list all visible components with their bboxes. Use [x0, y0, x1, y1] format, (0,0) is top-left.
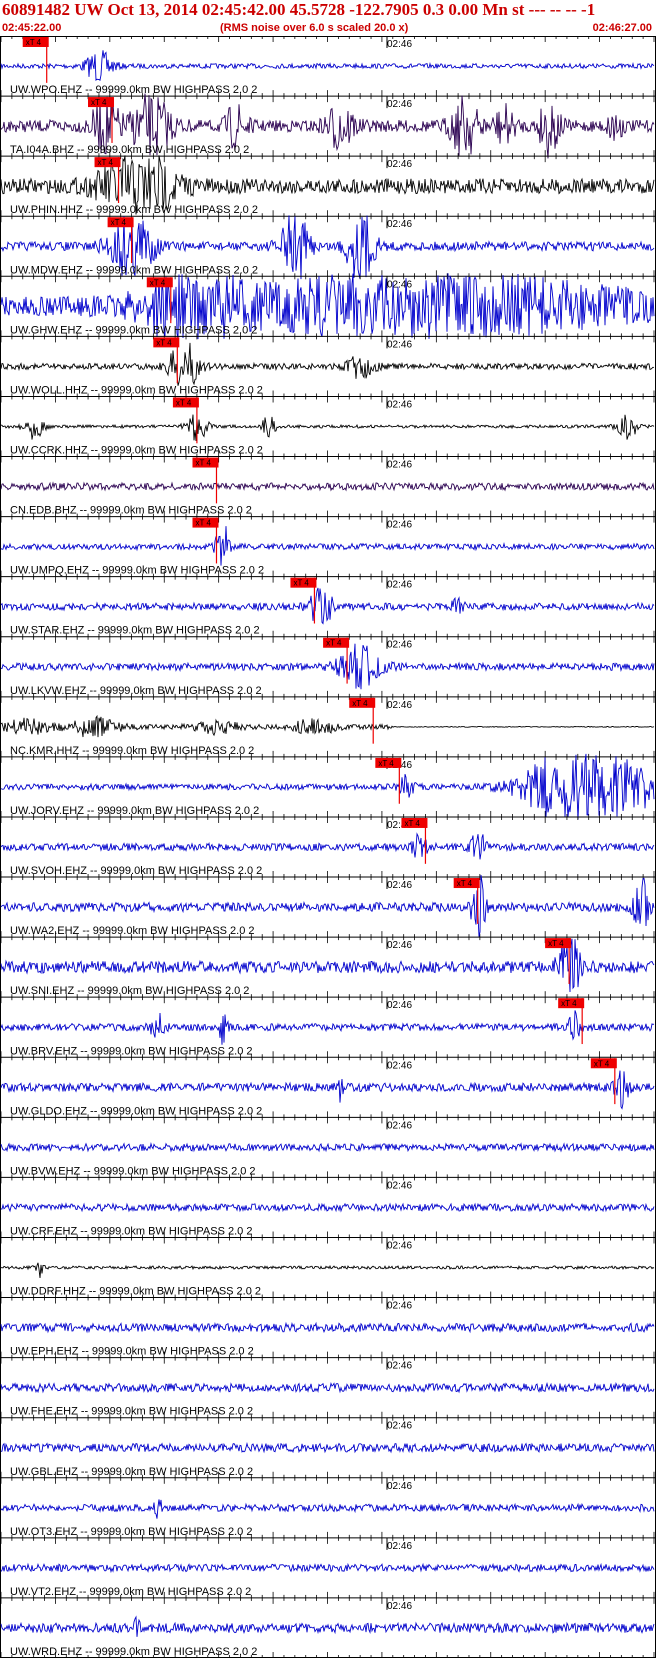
station-label: UW.WRD.EHZ -- 99999.0km BW HIGHPASS 2.0 … — [10, 1646, 257, 1658]
pick-label: xT 4 — [98, 158, 114, 167]
pick-label: xT 4 — [195, 519, 211, 528]
waveform-trace — [1, 1262, 655, 1279]
station-label: UW.BRV.EHZ -- 99999.0km BW HIGHPASS 2.0 … — [10, 1045, 253, 1057]
minute-label: 02:46 — [387, 1000, 412, 1011]
minute-label: 02:46 — [387, 940, 412, 951]
station-label: UW.CRF.EHZ -- 99999.0km BW HIGHPASS 2.0 … — [10, 1225, 252, 1237]
waveform-trace — [0, 342, 655, 386]
station-label: TA.I04A.BHZ -- 99999.0km BW HIGHPASS 2.0… — [10, 144, 249, 156]
waveform-trace — [0, 1142, 655, 1153]
minute-label: 02:46 — [387, 159, 412, 170]
end-time-label: 02:46:27.00 — [592, 22, 652, 34]
station-label: UW.VT2.EHZ -- 99999.0km BW HIGHPASS 2.0 … — [10, 1586, 251, 1598]
station-label: UW.SNI.EHZ -- 99999.0km BW HIGHPASS 2.0 … — [10, 985, 249, 997]
waveform-trace — [0, 414, 655, 442]
pick-label: xT 4 — [91, 98, 107, 107]
minute-label: 02:46 — [387, 1240, 412, 1251]
minute-label: 02:46 — [387, 39, 412, 50]
pick-label: xT 4 — [195, 459, 211, 468]
seismogram-plot: 02:46 UW.WPO.EHZ -- 99999.0km BW HIGHPASS… — [0, 36, 656, 1658]
pick-label: xT 4 — [26, 38, 42, 47]
pick-label: xT 4 — [111, 218, 127, 227]
pick-label: xT 4 — [561, 999, 577, 1008]
waveform-trace — [0, 1442, 655, 1454]
waveform-trace — [1, 1202, 655, 1213]
minute-label: 02:46 — [387, 279, 412, 290]
waveform-trace — [0, 50, 655, 82]
minute-label: 02:46 — [387, 399, 412, 410]
minute-label: 02:46 — [387, 640, 412, 651]
pick-label: xT 4 — [594, 1059, 610, 1068]
waveform-trace — [0, 714, 655, 738]
station-label: UW.DDRF.HHZ -- 99999.0km BW HIGHPASS 2.0… — [10, 1286, 261, 1298]
station-label: UW.JORV.EHZ -- 99999.0km BW HIGHPASS 2.0… — [10, 805, 259, 817]
waveform-trace — [0, 1010, 655, 1045]
waveform-trace — [0, 1382, 655, 1394]
waveform-trace — [0, 587, 655, 625]
station-label: UW.CCRK.HHZ -- 99999.0km BW HIGHPASS 2.0… — [10, 445, 263, 457]
waveform-trace — [0, 832, 655, 860]
waveform-trace — [0, 1562, 655, 1574]
pick-label: xT 4 — [352, 699, 368, 708]
station-label: NC.KMR.HHZ -- 99999.0km BW HIGHPASS 2.0 … — [10, 745, 254, 757]
station-label: UW.GHW.EHZ -- 99999.0km BW HIGHPASS 2.0 … — [10, 324, 257, 336]
waveform-trace — [0, 643, 655, 690]
minute-label: 02:46 — [387, 1541, 412, 1552]
minute-label: 02:46 — [387, 1120, 412, 1131]
minute-label: 02:46 — [387, 520, 412, 531]
station-label: UW.STAR.EHZ -- 99999.0km BW HIGHPASS 2.0… — [10, 625, 260, 637]
station-label: UW.LKVW.EHZ -- 99999.0km BW HIGHPASS 2.0… — [10, 685, 262, 697]
station-label: UW.UMPQ.EHZ -- 99999.0km BW HIGHPASS 2.0… — [10, 565, 264, 577]
pick-label: xT 4 — [457, 879, 473, 888]
minute-label: 02:46 — [387, 1180, 412, 1191]
waveform-trace — [0, 1321, 655, 1334]
minute-label: 02:46 — [387, 700, 412, 711]
pick-label: xT 4 — [404, 819, 420, 828]
pick-label: xT 4 — [150, 278, 166, 287]
pick-label: xT 4 — [326, 639, 342, 648]
pick-label: xT 4 — [378, 759, 394, 768]
minute-label: 02:46 — [387, 339, 412, 350]
minute-label: 02:46 — [387, 880, 412, 891]
event-title: 60891482 UW Oct 13, 2014 02:45:42.00 45.… — [2, 0, 596, 19]
station-label: UW.PHIN.HHZ -- 99999.0km BW HIGHPASS 2.0… — [10, 204, 258, 216]
minute-label: 02:46 — [387, 1060, 412, 1071]
station-label: UW.WOLL.HHZ -- 99999.0km BW HIGHPASS 2.0… — [10, 384, 263, 396]
waveform-trace — [0, 1615, 655, 1637]
pick-label: xT 4 — [548, 939, 564, 948]
start-time-label: 02:45:22.00 — [2, 22, 62, 34]
minute-label: 02:46 — [387, 1481, 412, 1492]
waveform-trace — [0, 481, 655, 492]
waveform-trace — [0, 1499, 655, 1519]
minute-label: 02:46 — [387, 219, 412, 230]
station-label: UW.WPO.EHZ -- 99999.0km BW HIGHPASS 2.0 … — [10, 84, 257, 96]
station-label: UW.SVOH.EHZ -- 99999.0km BW HIGHPASS 2.0… — [10, 865, 262, 877]
station-label: UW.MDW.EHZ -- 99999.0km BW HIGHPASS 2.0 … — [10, 264, 258, 276]
minute-label: 02:46 — [387, 99, 412, 110]
minute-label: 02:46 — [387, 460, 412, 471]
minute-label: 02:46 — [387, 1361, 412, 1372]
waveform-trace — [0, 1070, 655, 1110]
minute-label: 02:46 — [387, 1601, 412, 1612]
station-label: UW.GLDO.EHZ -- 99999.0km BW HIGHPASS 2.0… — [10, 1105, 262, 1117]
station-label: UW.GBL.EHZ -- 99999.0km BW HIGHPASS 2.0 … — [10, 1466, 253, 1478]
waveform-trace — [0, 526, 655, 566]
station-label: UW.FHE.EHZ -- 99999.0km BW HIGHPASS 2.0 … — [10, 1406, 253, 1418]
pick-label: xT 4 — [176, 398, 192, 407]
rms-note: (RMS noise over 6.0 s scaled 20.0 x) — [220, 22, 409, 34]
station-label: UW.EPH.EHZ -- 99999.0km BW HIGHPASS 2.0 … — [10, 1346, 254, 1358]
station-label: UW.WA2.EHZ -- 99999.0km BW HIGHPASS 2.0 … — [10, 925, 255, 937]
station-label: CN.EDB.BHZ -- 99999.0km BW HIGHPASS 2.0 … — [10, 505, 252, 517]
minute-label: 02:46 — [387, 1301, 412, 1312]
station-label: UW.BVW.EHZ -- 99999.0km BW HIGHPASS 2.0 … — [10, 1165, 256, 1177]
plot-header: 60891482 UW Oct 13, 2014 02:45:42.00 45.… — [0, 0, 656, 36]
pick-label: xT 4 — [156, 338, 172, 347]
pick-label: xT 4 — [293, 579, 309, 588]
minute-label: 02:46 — [387, 1421, 412, 1432]
station-label: UW.OT3.EHZ -- 99999.0km BW HIGHPASS 2.0 … — [10, 1526, 252, 1538]
minute-label: 02:46 — [387, 580, 412, 591]
